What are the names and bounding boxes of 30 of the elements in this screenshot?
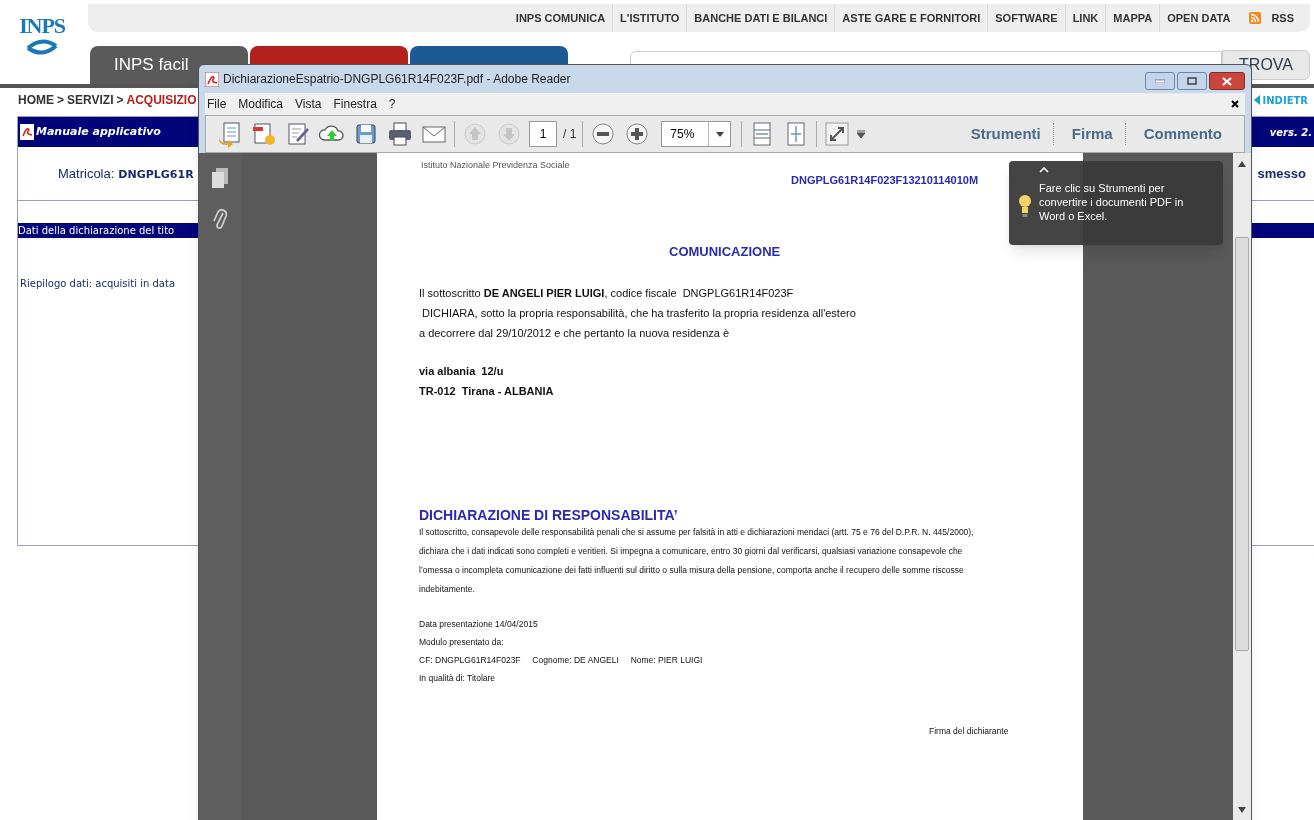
address-line: TR-012 Tirana - ALBANIA	[419, 384, 554, 399]
breadcrumb-separator: >	[116, 92, 124, 109]
signature-label: Firma del dichiarante	[929, 726, 1009, 736]
address-line: via albania 12/u	[419, 364, 505, 379]
summary-text: Riepilogo dati: acquisiti in data	[20, 278, 176, 289]
declaration-line: DICHIARA, sotto la propria responsabilità, che ha trasferito la propria residenza all'estero	[421, 306, 856, 321]
declaration-line: Il sottoscritto DE ANGELI PIER LUIGI, codice fiscale DNGPLG61R14F023F	[419, 286, 795, 301]
section-heading: DICHIARAZIONE DI RESPONSABILITA’	[419, 507, 678, 523]
paragraph-line: Il sottoscritto, consapevole delle responsabilità penali che si assume per falsità in atti e dichiarazioni mendaci (artt. 75 e 76 del D.P.R. N. 445/2000),	[419, 526, 975, 539]
organization-text: Istituto Nazionale Previdenza Sociale	[421, 160, 570, 170]
logo-text: INPS	[19, 14, 65, 38]
breadcrumb-separator: >	[57, 92, 64, 109]
detail-line: In qualità di: Titolare	[419, 672, 497, 685]
matricola-value: DNGPLG61R	[118, 166, 194, 183]
paragraph-line: dichiara che i dati indicati sono completi e veritieri. Si impegna a comunicare, entro 30 giorni dal verificarsi, qualsiasi variazione consapevole che	[419, 545, 964, 558]
panel-title: Manuale applicativo	[36, 123, 161, 140]
document-heading: COMUNICAZIONE	[669, 244, 781, 259]
page-total: / 1	[563, 126, 577, 143]
matricola-number: DNGPLG61R14F023F13210114010M	[791, 174, 979, 186]
detail-line: Modulo presentato da:	[419, 636, 505, 649]
status-text: smesso	[1257, 164, 1306, 183]
version-label: vers. 2.	[1269, 125, 1312, 140]
paragraph-line: indebitamente.	[419, 583, 476, 596]
declaration-line: a decorrere dal 29/10/2012 e che pertanto la nuova residenza è	[419, 326, 731, 341]
matricola-label: Matricola:	[58, 164, 115, 183]
detail-line: Data presentazione 14/04/2015	[419, 618, 539, 631]
tooltip-text: Fare clic su Strumenti per convertire i documenti PDF in Word o Excel.	[1039, 181, 1185, 224]
section-title: Dati della dichiarazione del tito	[18, 224, 175, 238]
paragraph-line: l’omessa o incompleta comunicazione dei fatti influenti sul diritto o sulla misura della pensione, comporta anche il recupero delle somme riscosse	[419, 564, 965, 577]
detail-line: CF: DNGPLG61R14F023F Cognome: DE ANGELI Nome: PIER LUIGI	[419, 654, 703, 667]
